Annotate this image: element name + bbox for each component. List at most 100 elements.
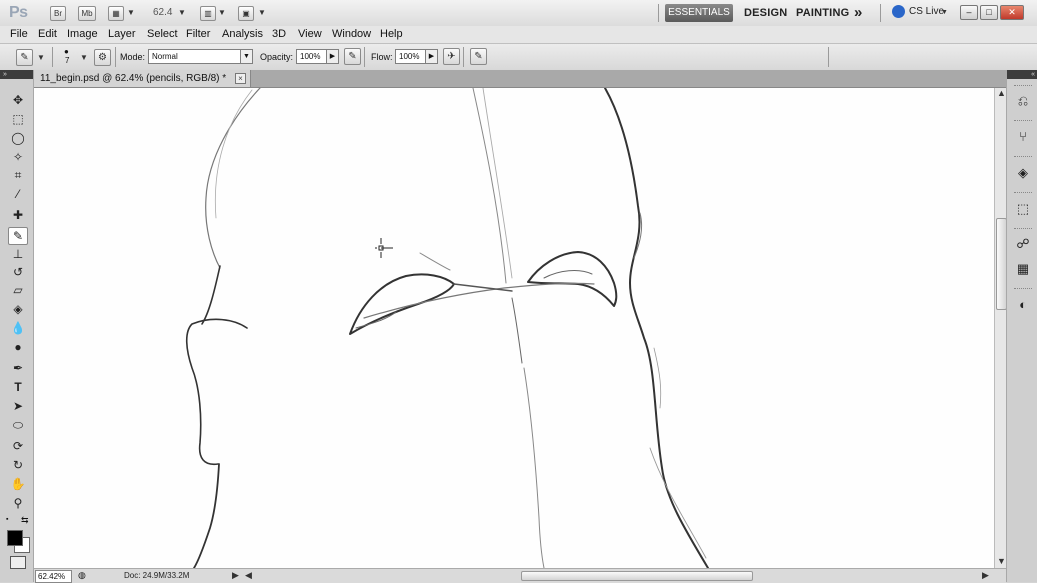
dodge-tool-icon[interactable]: ● xyxy=(9,339,27,355)
ellipse-tool-icon[interactable]: ⬭ xyxy=(9,417,27,433)
panel-grip[interactable] xyxy=(1014,120,1032,123)
brushes-icon[interactable]: ⑂ xyxy=(1013,128,1033,146)
workspace-painting[interactable]: PAINTING xyxy=(796,7,849,19)
panel-grip[interactable] xyxy=(1014,192,1032,195)
horizontal-scroll-thumb[interactable] xyxy=(521,571,753,581)
3d-rotate-tool-icon[interactable]: ⟳ xyxy=(9,438,27,454)
pen-tool-icon[interactable]: ✒ xyxy=(9,360,27,376)
chevron-down-icon[interactable]: ▼ xyxy=(258,8,266,17)
menu-analysis[interactable]: Analysis xyxy=(222,28,263,40)
brush-tip-icon[interactable]: ● xyxy=(64,47,69,56)
panel-expand-handle[interactable]: « xyxy=(1007,70,1037,79)
status-info-icon[interactable]: ◍ xyxy=(78,570,86,581)
3d-orbit-tool-icon[interactable]: ↻ xyxy=(9,457,27,473)
workspace-essentials[interactable]: ESSENTIALS xyxy=(665,4,733,22)
type-tool-icon[interactable]: T xyxy=(9,379,27,395)
minimize-button[interactable]: – xyxy=(960,5,978,20)
document-canvas[interactable] xyxy=(34,88,994,568)
scroll-left-icon[interactable]: ◀ xyxy=(245,570,252,581)
swatches-icon[interactable]: ▦ xyxy=(1013,260,1033,278)
status-zoom-field[interactable]: 62.42% xyxy=(35,570,72,583)
default-colors-icon[interactable]: ▪ xyxy=(6,516,8,523)
bridge-button[interactable]: Br xyxy=(50,6,66,21)
brush-size: 7 xyxy=(65,56,70,65)
panel-grip[interactable] xyxy=(1014,288,1032,291)
eyedropper-tool-icon[interactable]: ⁄ xyxy=(9,186,27,202)
opacity-field[interactable]: 100% xyxy=(296,49,327,64)
zoom-tool-icon[interactable]: ⚲ xyxy=(9,495,27,511)
channels-icon[interactable]: ☍ xyxy=(1013,235,1033,253)
mini-bridge-button[interactable]: Mb xyxy=(78,6,96,21)
menu-select[interactable]: Select xyxy=(147,28,178,40)
menu-3d[interactable]: 3D xyxy=(272,28,286,40)
quick-mask-icon[interactable] xyxy=(10,556,26,569)
tablet-pressure-size-icon[interactable]: ✎ xyxy=(470,48,487,65)
swap-colors-icon[interactable]: ⇆ xyxy=(21,515,29,526)
healing-brush-tool-icon[interactable]: ✚ xyxy=(9,207,27,223)
menu-layer[interactable]: Layer xyxy=(108,28,136,40)
brush-tool-icon[interactable]: ✎ xyxy=(8,227,28,245)
restore-button[interactable]: □ xyxy=(980,5,998,20)
menu-help[interactable]: Help xyxy=(380,28,403,40)
brush-panel-toggle-icon[interactable]: ⚙ xyxy=(94,49,111,66)
screen-mode-button[interactable]: ▣ xyxy=(238,6,254,21)
flow-field[interactable]: 100% xyxy=(395,49,426,64)
chevron-down-icon[interactable]: ▼ xyxy=(127,8,135,17)
zoom-level[interactable]: 62.4 xyxy=(153,7,172,18)
hand-tool-icon[interactable]: ✋ xyxy=(9,476,27,492)
chevron-down-icon[interactable]: ▼ xyxy=(37,53,45,62)
tablet-pressure-opacity-icon[interactable]: ✎ xyxy=(344,48,361,65)
menu-filter[interactable]: Filter xyxy=(186,28,210,40)
chevron-down-icon[interactable]: ▼ xyxy=(240,49,253,64)
cs-live-icon[interactable] xyxy=(892,5,905,18)
menu-window[interactable]: Window xyxy=(332,28,371,40)
scroll-right-icon[interactable]: ▶ xyxy=(982,570,989,581)
panel-grip[interactable] xyxy=(1014,156,1032,159)
document-tab[interactable]: 11_begin.psd @ 62.4% (pencils, RGB/8) * … xyxy=(34,70,251,87)
panel-grip[interactable] xyxy=(1014,228,1032,231)
chevron-down-icon[interactable]: ▼ xyxy=(218,8,226,17)
menu-file[interactable]: File xyxy=(10,28,28,40)
eraser-tool-icon[interactable]: ▱ xyxy=(9,282,27,298)
close-button[interactable]: ✕ xyxy=(1000,5,1024,20)
panel-collapse-handle[interactable]: » xyxy=(0,70,33,79)
blur-tool-icon[interactable]: 💧 xyxy=(9,320,27,336)
menu-edit[interactable]: Edit xyxy=(38,28,57,40)
cs-live-menu[interactable]: CS Live xyxy=(909,6,944,17)
view-extras-button[interactable]: ▦ xyxy=(108,6,124,21)
quick-selection-tool-icon[interactable]: ✧ xyxy=(9,149,27,165)
status-menu-icon[interactable]: ▶ xyxy=(232,570,239,581)
mode-select[interactable]: Normal xyxy=(148,49,245,64)
paint-bucket-tool-icon[interactable]: ◈ xyxy=(9,301,27,317)
opacity-label: Opacity: xyxy=(260,52,294,62)
path-selection-tool-icon[interactable]: ➤ xyxy=(9,398,27,414)
menu-view[interactable]: View xyxy=(298,28,322,40)
menu-image[interactable]: Image xyxy=(67,28,98,40)
arrange-documents-button[interactable]: ▥ xyxy=(200,6,216,21)
opacity-slider-button[interactable]: ▶ xyxy=(326,49,339,64)
foreground-color-swatch[interactable] xyxy=(7,530,23,546)
lasso-tool-icon[interactable]: ◯ xyxy=(9,130,27,146)
adjustments-icon[interactable]: ◐ xyxy=(1013,296,1033,314)
marquee-tool-icon[interactable]: ⬚ xyxy=(9,111,27,127)
history-brush-tool-icon[interactable]: ↺ xyxy=(9,264,27,280)
panel-grip[interactable] xyxy=(1014,85,1032,88)
layers-icon[interactable]: ◈ xyxy=(1013,164,1033,182)
document-tab-title: 11_begin.psd @ 62.4% (pencils, RGB/8) * xyxy=(40,73,227,84)
chevron-down-icon[interactable]: ▼ xyxy=(80,53,88,62)
more-workspaces-button[interactable]: » xyxy=(854,4,863,21)
transform-icon[interactable]: ⬚ xyxy=(1013,200,1033,218)
chevron-down-icon[interactable]: ▼ xyxy=(941,9,948,16)
chevron-down-icon[interactable]: ▼ xyxy=(178,8,186,17)
flow-slider-button[interactable]: ▶ xyxy=(425,49,438,64)
crop-tool-icon[interactable]: ⌗ xyxy=(9,167,27,183)
history-icon[interactable]: ⎌ xyxy=(1013,92,1033,110)
workspace-design[interactable]: DESIGN xyxy=(744,7,787,19)
airbrush-icon[interactable]: ✈ xyxy=(443,48,460,65)
scroll-up-icon[interactable]: ▲ xyxy=(997,88,1006,98)
clone-stamp-tool-icon[interactable]: ⊥ xyxy=(9,246,27,262)
close-tab-icon[interactable]: × xyxy=(235,73,246,84)
scroll-down-icon[interactable]: ▼ xyxy=(997,556,1006,566)
brush-tool-preset-icon[interactable]: ✎ xyxy=(16,49,33,66)
move-tool-icon[interactable]: ✥ xyxy=(9,92,27,108)
